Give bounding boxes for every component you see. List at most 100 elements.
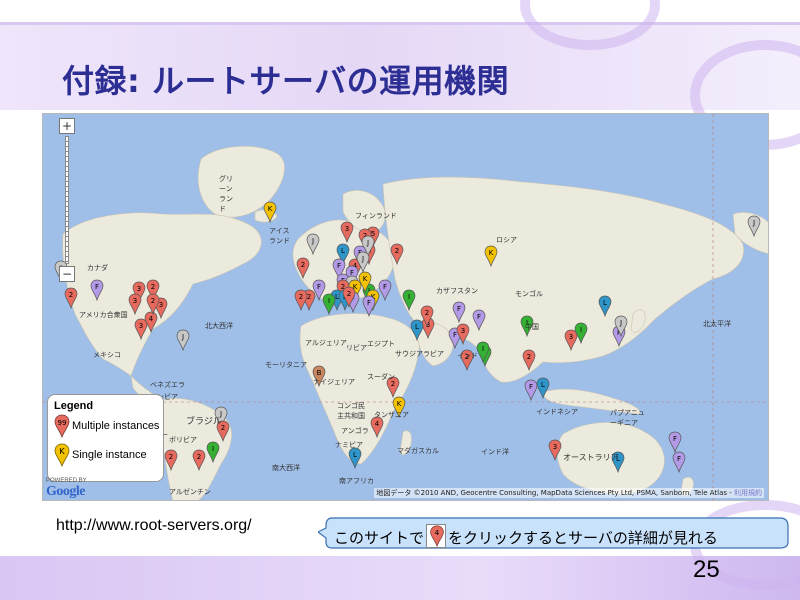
map-marker-label: I [482, 345, 484, 353]
map-label-nigeria: ナイジェリア [313, 378, 355, 386]
map-marker-label: 2 [299, 293, 303, 301]
map-label-indonesia: インドネシア [536, 408, 578, 416]
map-label-venezuela: ベネズエラ [150, 381, 185, 389]
slide-title: 付録: ルートサーバの運用機関 [62, 62, 510, 100]
map-marker-label: F [677, 455, 681, 463]
zoom-slider[interactable] [65, 136, 69, 264]
world-map[interactable]: KJ32KJ2LF5234JFFFJJ22F2KILLKFKF2FII33432… [42, 113, 769, 501]
attribution-text: 地図データ ©2010 AND, Geocentre Consulting, M… [376, 489, 734, 497]
legend-title: Legend [54, 400, 94, 412]
map-label-russia: ロシア [496, 236, 517, 244]
map-marker-label: 3 [345, 225, 349, 233]
map-marker-label: F [317, 283, 321, 291]
slide: 付録: ルートサーバの運用機関 K J 3 2 K J 2 L F 5 2 4 … [0, 0, 800, 600]
map-label-mongolia: モンゴル [515, 290, 543, 298]
map-label-tanzania: タンザニア [374, 411, 409, 419]
map-marker-label: F [95, 283, 99, 291]
map-label-angola: アンゴラ [341, 427, 369, 435]
map-marker-label: I [408, 293, 410, 301]
map-label-usa: アメリカ合衆国 [79, 311, 128, 319]
map-marker-label: 3 [159, 301, 163, 309]
map-marker-label: F [383, 283, 387, 291]
map-legend: Legend 99 Multiple instances K Single in… [47, 394, 164, 482]
map-marker-label: 2 [169, 453, 173, 461]
map-marker-label: 3 [553, 443, 557, 451]
map-label-egypt: エジプト [367, 340, 395, 348]
google-logo-text: Google [46, 484, 86, 499]
map-marker-label: J [366, 239, 369, 247]
map-label-iceland: アイスランド [269, 227, 290, 245]
map-marker-label: 3 [137, 285, 141, 293]
map-label-north-atlantic: 北大西洋 [205, 322, 233, 330]
map-label-algeria: アルジェリア [305, 339, 347, 347]
map-label-north-pacific: 北太平洋 [703, 320, 731, 328]
map-marker-label: 2 [395, 247, 399, 255]
map-marker-label: L [603, 299, 607, 307]
callout-pin-icon: 4 [426, 524, 447, 548]
legend-row-multiple: 99 Multiple instances [54, 414, 160, 441]
map-marker-label: J [361, 255, 364, 263]
map-marker-label: F [529, 383, 533, 391]
map-label-greenland: グリーンランド [219, 175, 233, 213]
map-label-mauritania: モーリタニア [265, 361, 307, 369]
map-label-madagascar: マダガスカル [397, 447, 439, 455]
callout-pin-label: 4 [435, 528, 440, 537]
map-marker-label: F [453, 331, 457, 339]
zoom-out-button[interactable]: − [59, 266, 75, 282]
multiple-instance-pin-icon: 99 [54, 414, 70, 438]
map-marker-label: 3 [139, 322, 143, 330]
zoom-in-button[interactable]: + [59, 118, 75, 134]
map-marker-label: 3 [133, 297, 137, 305]
map-label-bolivia: ボリビア [169, 436, 197, 444]
map-marker-label: J [181, 333, 184, 341]
map-marker-label: L [341, 247, 345, 255]
map-marker-label: F [457, 305, 461, 313]
map-marker-label: K [489, 249, 494, 257]
zoom-control[interactable]: + − [59, 118, 77, 286]
header-band-edge [0, 22, 800, 25]
map-marker-label: 2 [197, 453, 201, 461]
legend-multiple-label: Multiple instances [72, 420, 160, 432]
map-label-sudan: スーダン [367, 373, 395, 381]
map-label-finland: フィンランド [355, 212, 397, 220]
source-url[interactable]: http://www.root-servers.org/ [56, 517, 252, 535]
multiple-pin-label: 99 [58, 419, 67, 427]
callout-text-after: をクリックするとサーバの詳細が見れる [448, 529, 718, 547]
map-marker-label: J [619, 319, 622, 327]
map-label-brazil: ブラジル [186, 417, 222, 427]
map-label-china: 中国 [525, 323, 539, 331]
powered-by-google[interactable]: POWERED BY Google [46, 478, 106, 500]
map-marker-label: 3 [569, 333, 573, 341]
map-marker-label: 2 [527, 353, 531, 361]
map-marker-label: B [317, 369, 322, 377]
callout-text: このサイトで 4 をクリックするとサーバの詳細が見れる [334, 524, 718, 548]
google-logo: Google [46, 484, 106, 500]
map-marker-label: I [212, 445, 214, 453]
map-marker-label: L [335, 293, 339, 301]
map-label-namibia: ナミビア [335, 441, 363, 449]
map-label-indian-ocean: インド洋 [481, 448, 509, 456]
map-label-papua: パプアニューギニア [610, 409, 645, 427]
map-marker-label: F [367, 299, 371, 307]
map-marker-label: K [397, 400, 402, 408]
legend-single-label: Single instance [72, 449, 147, 461]
footer-band [0, 556, 800, 600]
terms-link[interactable]: 利用規約 [734, 489, 762, 497]
map-marker-label: 4 [149, 315, 154, 323]
map-marker-label: L [541, 381, 545, 389]
map-label-mexico: メキシコ [93, 351, 121, 359]
map-attribution: 地図データ ©2010 AND, Geocentre Consulting, M… [374, 488, 764, 498]
map-label-libya: リビア [346, 344, 367, 352]
map-marker-label: I [580, 326, 582, 334]
map-marker-label: 2 [151, 283, 155, 291]
map-label-argentina: アルゼンチン [169, 488, 211, 496]
map-marker-label: L [353, 451, 357, 459]
map-marker-label: 2 [347, 290, 351, 298]
legend-row-single: K Single instance [54, 443, 157, 470]
map-label-south-africa: 南アフリカ [339, 477, 374, 485]
map-label-saudi: サウジアラビア [395, 350, 444, 358]
single-instance-pin-icon: K [54, 443, 70, 467]
map-marker-label: F [477, 313, 481, 321]
map-marker-label: F [337, 262, 341, 270]
map-marker-label: 2 [151, 297, 155, 305]
